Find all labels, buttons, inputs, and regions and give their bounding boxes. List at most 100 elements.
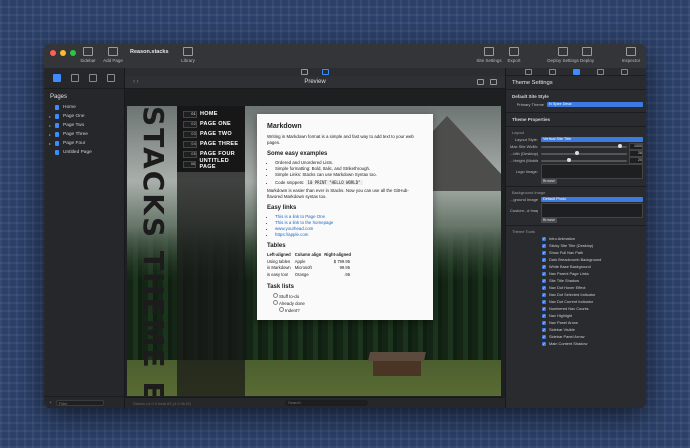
status-bar: Stacks v4.0.0 beta 83 (4.0.0b19) Search: [125, 397, 505, 408]
theme-toggle[interactable]: ✓ Nav Parent Page Links: [506, 270, 646, 277]
export-button[interactable]: Export: [504, 47, 524, 63]
site-nav-item[interactable]: 02 PAGE ONE: [177, 119, 245, 129]
checkbox[interactable]: ✓: [542, 292, 546, 297]
width-desktop-field[interactable]: 28: [629, 150, 643, 157]
card-link[interactable]: https://apple.com: [275, 232, 308, 237]
add-page-button[interactable]: Add Page: [100, 47, 126, 63]
sidebar-page-item[interactable]: Untitled Page: [44, 148, 124, 157]
filter-input[interactable]: Filter: [55, 399, 104, 406]
theme-toggle[interactable]: ✓ Dark Breadcrumb Background: [506, 256, 646, 263]
layout-inspector-icon[interactable]: [548, 68, 556, 75]
checkbox[interactable]: ✓: [542, 334, 546, 339]
folder-icon[interactable]: [477, 79, 484, 85]
add-icon[interactable]: +: [49, 400, 52, 405]
page-inspector-icon[interactable]: [524, 68, 532, 75]
close-button[interactable]: [50, 50, 56, 56]
theme-toggle[interactable]: ✓ Nav Dot Hover Effect: [506, 284, 646, 291]
theme-inspector-icon[interactable]: [572, 68, 580, 75]
site-nav-item[interactable]: 04 PAGE THREE: [177, 139, 245, 149]
checkbox[interactable]: ✓: [542, 327, 546, 332]
site-nav-item[interactable]: 06 UNTITLED PAGE: [177, 158, 245, 170]
checkbox[interactable]: ✓: [542, 313, 546, 318]
preview-mode-icon[interactable]: [322, 69, 329, 75]
task-checkbox[interactable]: [279, 306, 284, 312]
theme-toggle[interactable]: ✓ Nav Dot Current Indicator: [506, 298, 646, 305]
max-width-field[interactable]: 1000: [629, 143, 643, 150]
theme-toggle[interactable]: ✓ Nav Dot Selected Indicator: [506, 291, 646, 298]
back-forward-icon[interactable]: ‹ ›: [133, 79, 139, 85]
snippets-tab-icon[interactable]: [107, 74, 115, 82]
checkbox[interactable]: ✓: [542, 243, 546, 248]
task-checkbox[interactable]: [273, 292, 278, 298]
safari-icon[interactable]: [490, 79, 497, 85]
toggle-label: Sticky Site Title (Desktop): [549, 243, 594, 248]
toolbar: Sidebar Add Page Reason.stacks Library S…: [44, 44, 646, 69]
deploy-button[interactable]: Deploy: [576, 47, 598, 63]
checkbox[interactable]: ✓: [542, 341, 546, 346]
theme-tools-section[interactable]: Theme Tools: [506, 225, 646, 235]
theme-toggle[interactable]: ✓ Nav Panel Arrow: [506, 319, 646, 326]
theme-toggle[interactable]: ✓ Site Title Shadow: [506, 277, 646, 284]
sidebar-page-item[interactable]: Home: [44, 103, 124, 112]
task-checkbox[interactable]: [273, 299, 278, 305]
info-inspector-icon[interactable]: [621, 68, 629, 75]
edit-mode-icon[interactable]: [301, 69, 308, 75]
site-nav-item[interactable]: 03 PAGE TWO: [177, 129, 245, 139]
library-button[interactable]: Library: [174, 47, 202, 63]
theme-toggle[interactable]: ✓ Show Full Nav Path: [506, 249, 646, 256]
minimize-button[interactable]: [60, 50, 66, 56]
height-mobile-slider[interactable]: [541, 158, 627, 162]
checkbox[interactable]: ✓: [542, 278, 546, 283]
theme-toggle[interactable]: ✓ Numbered Nav Counts: [506, 305, 646, 312]
logo-image-well[interactable]: [541, 164, 643, 179]
toggle-label: Show Full Nav Path: [549, 250, 584, 255]
checkbox[interactable]: ✓: [542, 236, 546, 241]
sidebar-page-item[interactable]: ▸ Page Two: [44, 121, 124, 130]
checkbox[interactable]: ✓: [542, 299, 546, 304]
sidebar-page-item[interactable]: ▸ Page Four: [44, 139, 124, 148]
search-input[interactable]: Search: [285, 400, 368, 406]
theme-toggle[interactable]: ✓ White Base Background: [506, 263, 646, 270]
inspector-button[interactable]: Inspector: [618, 47, 644, 63]
site-settings-button[interactable]: Site Settings: [472, 47, 506, 63]
card-link[interactable]: This is a link to Page One: [275, 214, 325, 219]
bg-image-select[interactable]: Default Photo: [541, 197, 643, 202]
theme-toggle[interactable]: ✓ Sidebar Visible: [506, 326, 646, 333]
checkbox[interactable]: ✓: [542, 285, 546, 290]
width-desktop-slider[interactable]: [541, 151, 627, 155]
layout-section[interactable]: Layout: [506, 126, 646, 136]
layout-style-select[interactable]: Vertical Site Title: [541, 137, 643, 142]
theme-toggle[interactable]: ✓ Sticky Site Title (Desktop): [506, 242, 646, 249]
checkbox[interactable]: ✓: [542, 320, 546, 325]
max-width-slider[interactable]: [541, 144, 627, 148]
background-section[interactable]: Background image: [506, 186, 646, 196]
checkbox[interactable]: ✓: [542, 271, 546, 276]
custom-image-well[interactable]: [541, 203, 643, 218]
checkbox[interactable]: ✓: [542, 257, 546, 262]
toggle-label: Dark Breadcrumb Background: [549, 257, 602, 262]
nav-number: 04: [183, 140, 197, 148]
browse-bg-button[interactable]: Browse: [541, 218, 557, 223]
theme-toggle[interactable]: ✓ Intro Animation: [506, 235, 646, 242]
stack-inspector-icon[interactable]: [597, 68, 605, 75]
primary-theme-select[interactable]: N Spire Deux: [547, 102, 643, 107]
pages-tab-icon[interactable]: [53, 74, 61, 82]
card-link[interactable]: This is a link to the homepage: [275, 220, 333, 225]
filter-bar: + Filter: [44, 396, 124, 408]
browse-logo-button[interactable]: Browse: [541, 179, 557, 184]
theme-toggle[interactable]: ✓ Nav Highlight: [506, 312, 646, 319]
sidebar-toggle-button[interactable]: Sidebar: [74, 47, 102, 63]
checkbox[interactable]: ✓: [542, 264, 546, 269]
deploy-settings-button[interactable]: Deploy Settings: [546, 47, 580, 63]
media-tab-icon[interactable]: [71, 74, 79, 82]
height-mobile-field[interactable]: 20: [629, 157, 643, 164]
theme-toggle[interactable]: ✓ Main Content Shadow: [506, 340, 646, 347]
checkbox[interactable]: ✓: [542, 306, 546, 311]
theme-toggle[interactable]: ✓ Sidebar Panel Arrow: [506, 333, 646, 340]
resources-tab-icon[interactable]: [89, 74, 97, 82]
card-link[interactable]: www.yourhead.com: [275, 226, 313, 231]
sidebar-page-item[interactable]: ▸ Page Three: [44, 130, 124, 139]
checkbox[interactable]: ✓: [542, 250, 546, 255]
site-nav-item[interactable]: 01 HOME: [177, 109, 245, 119]
sidebar-page-item[interactable]: ▸ Page One: [44, 112, 124, 121]
